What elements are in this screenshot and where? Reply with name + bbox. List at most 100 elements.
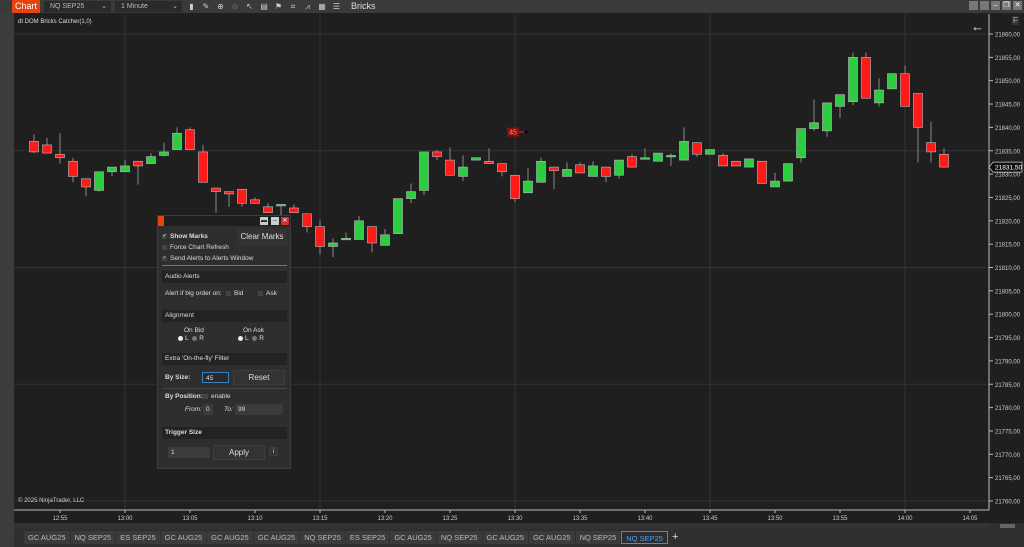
instrument-tab[interactable]: NQ SEP25: [300, 531, 345, 544]
clear-marks-button[interactable]: Clear Marks: [237, 229, 287, 246]
on-bid-label: On Bid: [184, 327, 204, 334]
instrument-tab[interactable]: GC AUG25: [253, 531, 300, 544]
instrument-tab[interactable]: GC AUG25: [160, 531, 207, 544]
x-tick-label: 13:15: [312, 516, 328, 522]
back-arrow-icon[interactable]: ←: [971, 19, 984, 34]
bid-checkbox[interactable]: Bid: [226, 290, 243, 297]
panel-drag-handle[interactable]: [158, 216, 164, 226]
instrument-tab[interactable]: NQ SEP25: [575, 531, 621, 544]
instrument-tab[interactable]: GC AUG25: [390, 531, 436, 544]
ask-checkbox[interactable]: Ask: [258, 290, 277, 297]
candle-up: [848, 57, 858, 103]
candle-up: [354, 220, 364, 240]
candle-down: [289, 207, 299, 213]
trigger-size-input[interactable]: 1: [168, 447, 210, 458]
y-tick-label: 21785,00: [995, 383, 1021, 389]
checkbox-box: [162, 244, 167, 250]
candle-up: [471, 157, 481, 161]
candle-down: [224, 191, 234, 195]
f-button[interactable]: F: [1012, 16, 1019, 25]
instrument-tab[interactable]: GC AUG25: [207, 531, 253, 544]
enable-checkbox[interactable]: enable: [203, 393, 231, 400]
check-icon: ✓: [162, 254, 167, 261]
candle-up: [809, 122, 819, 129]
candle-down: [367, 226, 377, 244]
x-tick-label: 14:05: [962, 516, 978, 522]
radio-ask-right[interactable]: [252, 335, 258, 341]
show-marks-checkbox[interactable]: ✓ Show Marks: [162, 233, 208, 240]
instrument-tab[interactable]: ES SEP25: [345, 531, 390, 544]
x-tick-label: 13:30: [507, 516, 523, 522]
collapse-icon[interactable]: ▬: [260, 217, 268, 225]
radio-label: L: [245, 335, 249, 342]
instrument-tab[interactable]: NQ SEP25: [436, 531, 482, 544]
to-input[interactable]: 99: [235, 404, 283, 415]
candle-down: [627, 156, 637, 168]
instrument-tab[interactable]: NQ SEP25: [621, 531, 668, 544]
from-input[interactable]: 0: [203, 404, 213, 415]
y-tick-label: 21760,00: [995, 500, 1021, 506]
info-icon[interactable]: i: [269, 447, 278, 456]
send-alerts-checkbox[interactable]: ✓ Send Alerts to Alerts Window: [162, 255, 253, 262]
candle-down: [913, 93, 923, 128]
scrollbar-thumb[interactable]: [1000, 524, 1015, 528]
candle-down: [68, 160, 78, 177]
instrument-tab[interactable]: GC AUG25: [482, 531, 529, 544]
instrument-tab[interactable]: GC AUG25: [24, 531, 70, 544]
order-marker-dot: [524, 130, 528, 134]
candle-up: [159, 151, 169, 156]
x-tick-label: 13:55: [832, 516, 848, 522]
candle-up: [887, 73, 897, 90]
candle-down: [601, 166, 611, 177]
candle-down: [484, 160, 494, 164]
candle-down: [29, 141, 39, 153]
close-icon[interactable]: ✕: [281, 217, 289, 225]
instrument-tab[interactable]: GC AUG25: [529, 531, 575, 544]
candle-up: [796, 128, 806, 159]
instrument-tabs: GC AUG25 NQ SEP25 ES SEP25 GC AUG25 GC AUG25…: [24, 531, 681, 544]
radio-bid-left[interactable]: [178, 335, 183, 341]
filter-header: Extra 'On-the-fly' Filter: [162, 353, 287, 365]
candle-up: [523, 180, 533, 194]
y-tick-label: 21855,00: [995, 56, 1021, 62]
horizontal-scrollbar[interactable]: [14, 523, 989, 529]
candle-down: [237, 188, 247, 204]
force-refresh-checkbox[interactable]: Force Chart Refresh: [162, 244, 229, 251]
instrument-tab[interactable]: NQ SEP25: [70, 531, 116, 544]
candle-up: [653, 152, 663, 162]
candle-down: [549, 166, 559, 171]
radio-ask-left[interactable]: [238, 335, 243, 341]
audio-alerts-header: Audio Alerts: [162, 271, 287, 283]
y-tick-label: 21845,00: [995, 103, 1021, 109]
candle-up: [679, 141, 689, 161]
radio-bid-right[interactable]: [192, 335, 198, 341]
apply-button[interactable]: Apply: [213, 445, 265, 460]
size-input[interactable]: 45: [202, 372, 229, 383]
candle-down: [757, 160, 767, 184]
y-tick-label: 21770,00: [995, 453, 1021, 459]
minimize-icon[interactable]: –: [271, 217, 279, 225]
from-label: From:: [185, 406, 202, 413]
instrument-tab[interactable]: ES SEP25: [116, 531, 160, 544]
candle-up: [783, 163, 793, 182]
candle-down: [250, 199, 260, 204]
reset-button[interactable]: Reset: [233, 370, 285, 385]
candle-up: [146, 156, 156, 164]
indicator-label: dt DOM Bricks Catcher(1,0): [18, 19, 92, 25]
x-tick-label: 13:50: [767, 516, 783, 522]
radio-label: L: [185, 335, 189, 342]
candle-up: [562, 169, 572, 177]
add-tab-button[interactable]: +: [669, 531, 681, 544]
y-tick-label: 21840,00: [995, 126, 1021, 132]
checkbox-box: [203, 393, 208, 399]
alignment-header: Alignment: [162, 310, 287, 322]
candle-up: [588, 165, 598, 177]
y-tick-label: 21775,00: [995, 429, 1021, 435]
candle-down: [81, 178, 91, 188]
checkbox-box: [226, 290, 231, 296]
x-tick-label: 13:20: [377, 516, 393, 522]
candle-down: [861, 57, 871, 99]
candle-down: [718, 155, 728, 167]
price-chart[interactable]: 21860,00 21855,00 21850,00 21845,00 21840,00…: [0, 0, 1024, 547]
x-tick-label: 13:10: [247, 516, 263, 522]
